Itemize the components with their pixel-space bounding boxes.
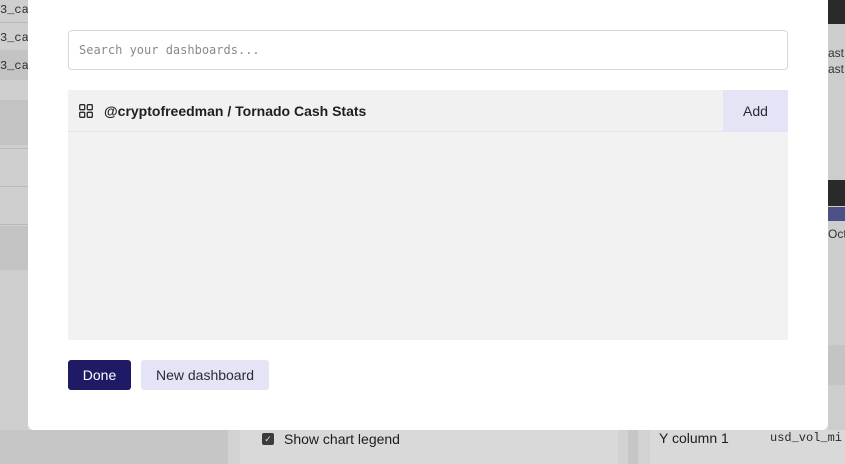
show-chart-legend-label: Show chart legend bbox=[284, 431, 400, 447]
table-cell: 3_call bbox=[0, 3, 28, 17]
table-row bbox=[0, 226, 28, 270]
table-cell: 3_call bbox=[0, 59, 28, 73]
axis-tick-label: Oct bbox=[828, 227, 845, 241]
dashboard-search-input[interactable] bbox=[68, 30, 788, 70]
new-dashboard-button[interactable]: New dashboard bbox=[141, 360, 269, 390]
table-cell: 3_call bbox=[0, 31, 28, 45]
dashboard-name: @cryptofreedman / Tornado Cash Stats bbox=[104, 103, 367, 119]
y-column-label: Y column 1 bbox=[659, 430, 729, 446]
divider bbox=[0, 148, 28, 149]
background-results-table: 3_call 3_call 3_call bbox=[0, 0, 28, 464]
divider bbox=[0, 186, 28, 187]
dashboard-list-item: @cryptofreedman / Tornado Cash Stats Add bbox=[68, 90, 788, 132]
dashboard-list: @cryptofreedman / Tornado Cash Stats Add bbox=[68, 90, 788, 340]
add-to-dashboard-modal: @cryptofreedman / Tornado Cash Stats Add… bbox=[28, 0, 828, 430]
divider bbox=[0, 224, 28, 225]
y-column-value[interactable]: usd_vol_mi bbox=[770, 431, 842, 445]
chart-bar bbox=[828, 180, 845, 206]
table-row bbox=[0, 100, 28, 145]
chart-header bbox=[828, 0, 845, 24]
show-chart-legend-checkbox[interactable]: ✓ bbox=[262, 433, 274, 445]
chart-text: ast bbox=[828, 46, 845, 60]
dashboard-grid-icon bbox=[79, 104, 93, 118]
done-button[interactable]: Done bbox=[68, 360, 131, 390]
chart-bar bbox=[828, 207, 845, 221]
divider bbox=[0, 22, 28, 23]
add-to-dashboard-button[interactable]: Add bbox=[723, 90, 788, 132]
background-chart-panel: ast ast Oct bbox=[828, 0, 845, 464]
chart-text: ast bbox=[828, 62, 845, 76]
settings-block bbox=[828, 345, 845, 385]
